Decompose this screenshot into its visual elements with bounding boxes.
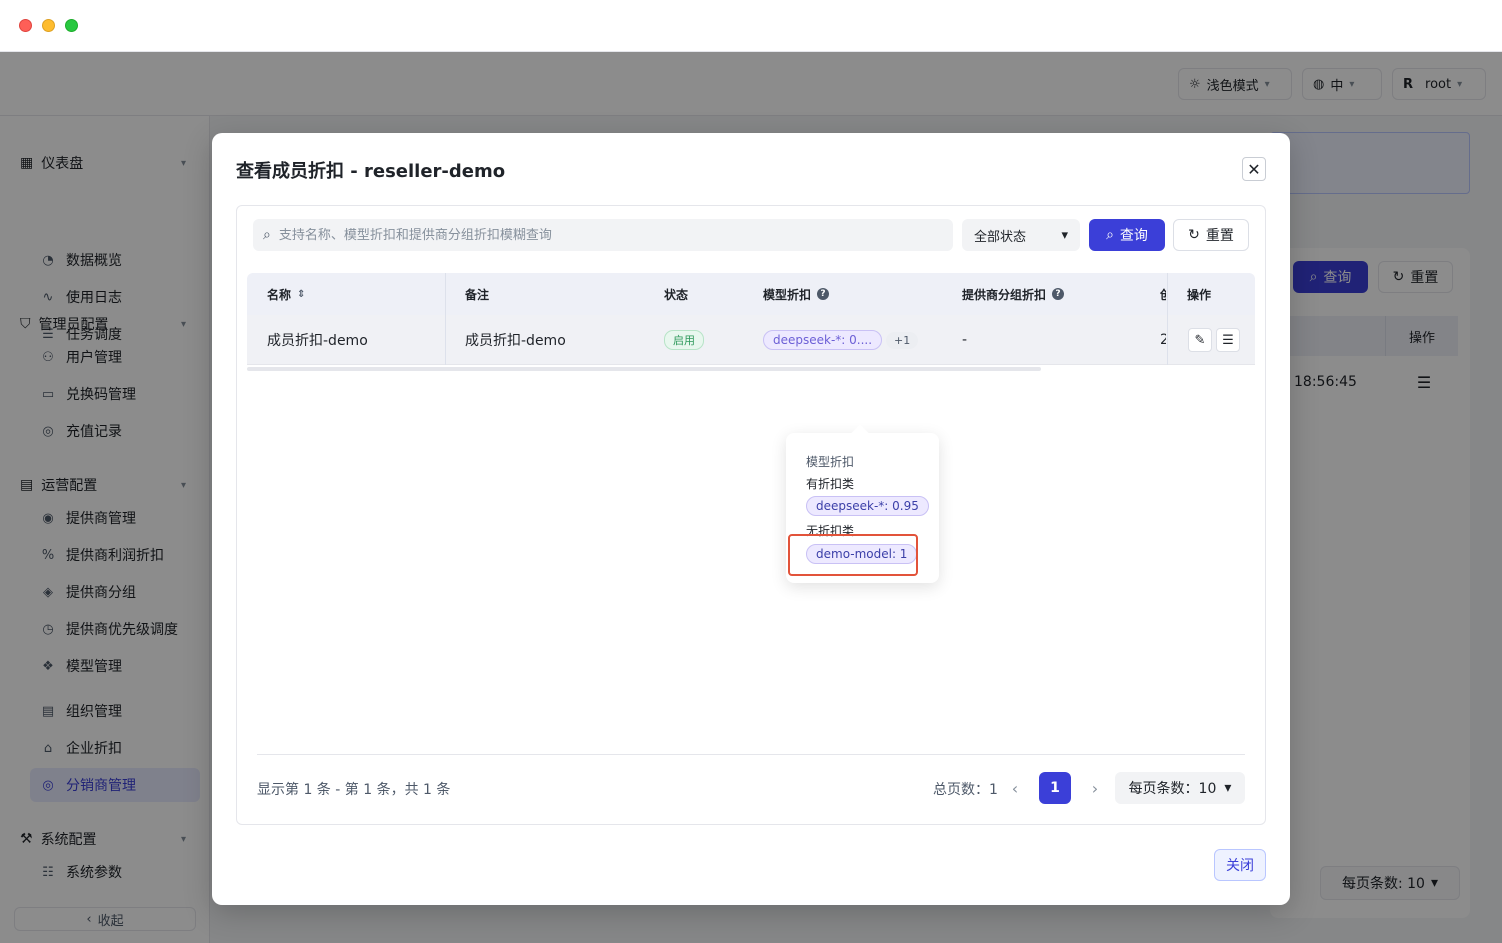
search-field[interactable]: ⌕ — [253, 219, 953, 251]
row-remark: 成员折扣-demo — [465, 333, 566, 349]
refresh-icon: ↻ — [1188, 227, 1200, 243]
page-size-select[interactable]: 每页条数：10 ▾ — [1115, 772, 1245, 804]
column-header-model-discount: 模型折扣 ? — [763, 273, 830, 315]
window-titlebar — [0, 0, 1502, 52]
reset-button[interactable]: ↻ 重置 — [1173, 219, 1249, 251]
modal-title: 查看成员折扣 - reseller-demo — [236, 161, 506, 182]
column-header-remark: 备注 — [465, 287, 490, 302]
model-discount-tag[interactable]: deepseek-*: 0.... — [763, 330, 883, 350]
footer-divider — [257, 754, 1245, 755]
search-icon: ⌕ — [1106, 227, 1114, 243]
horizontal-scrollbar[interactable] — [247, 367, 1041, 371]
row-name: 成员折扣-demo — [267, 333, 368, 349]
search-icon: ⌕ — [263, 227, 271, 243]
window-minimize-icon[interactable] — [42, 19, 55, 32]
table-row[interactable]: 成员折扣-demo 成员折扣-demo 启用 deepseek-*: 0....… — [247, 315, 1255, 365]
close-icon[interactable]: ✕ — [1242, 157, 1266, 181]
help-icon[interactable]: ? — [817, 288, 830, 300]
sort-icon[interactable]: ⇕ — [297, 289, 305, 300]
status-filter-select[interactable]: 全部状态 ▾ — [962, 219, 1080, 251]
search-input[interactable] — [278, 227, 919, 243]
chevron-down-icon: ▾ — [1224, 780, 1232, 796]
prev-page-icon[interactable]: ‹ — [999, 772, 1031, 804]
column-header-status: 状态 — [664, 287, 689, 302]
actions-column-divider — [1167, 273, 1255, 365]
model-discount-more-tag[interactable]: +1 — [886, 331, 919, 349]
pagination-range-text: 显示第 1 条 - 第 1 条，共 1 条 — [257, 782, 451, 798]
next-page-icon[interactable]: › — [1079, 772, 1111, 804]
column-header-created: 创 — [1160, 273, 1166, 315]
page-button-1[interactable]: 1 — [1039, 772, 1071, 804]
close-button[interactable]: 关闭 — [1214, 849, 1266, 881]
chevron-down-icon: ▾ — [1061, 227, 1068, 243]
row-status: 启用 — [664, 315, 704, 365]
status-badge: 启用 — [664, 330, 704, 350]
discounted-tag-wrap: deepseek-*: 0.95 — [806, 496, 929, 516]
discounted-model-tag: deepseek-*: 0.95 — [806, 496, 929, 516]
discounted-label: 有折扣类 — [806, 477, 855, 491]
row-model-discount: deepseek-*: 0.... +1 — [763, 315, 919, 365]
help-icon[interactable]: ? — [1052, 288, 1065, 300]
table-header: 名称 ⇕ 备注 状态 模型折扣 ? 提供商分组折扣 ? 创 — [247, 273, 1255, 315]
query-button[interactable]: ⌕ 查询 — [1089, 219, 1165, 251]
member-discount-modal: 查看成员折扣 - reseller-demo ✕ ⌕ 全部状态 ▾ ⌕ 查询 ↻… — [212, 133, 1290, 905]
row-provider-group-discount: - — [962, 332, 968, 348]
window-zoom-icon[interactable] — [65, 19, 78, 32]
annotation-highlight-box — [788, 534, 918, 576]
total-pages-text: 总页数：1 — [933, 782, 998, 798]
row-created: 2 — [1160, 332, 1166, 348]
column-header-provider-group-discount: 提供商分组折扣 ? — [962, 273, 1065, 315]
window-close-icon[interactable] — [19, 19, 32, 32]
discount-list-card: ⌕ 全部状态 ▾ ⌕ 查询 ↻ 重置 名称 ⇕ 备注 — [236, 205, 1266, 825]
column-header-name[interactable]: 名称 ⇕ — [267, 273, 305, 315]
popover-heading: 模型折扣 — [806, 455, 855, 469]
member-discount-table: 名称 ⇕ 备注 状态 模型折扣 ? 提供商分组折扣 ? 创 — [247, 273, 1255, 365]
column-divider — [445, 273, 446, 365]
